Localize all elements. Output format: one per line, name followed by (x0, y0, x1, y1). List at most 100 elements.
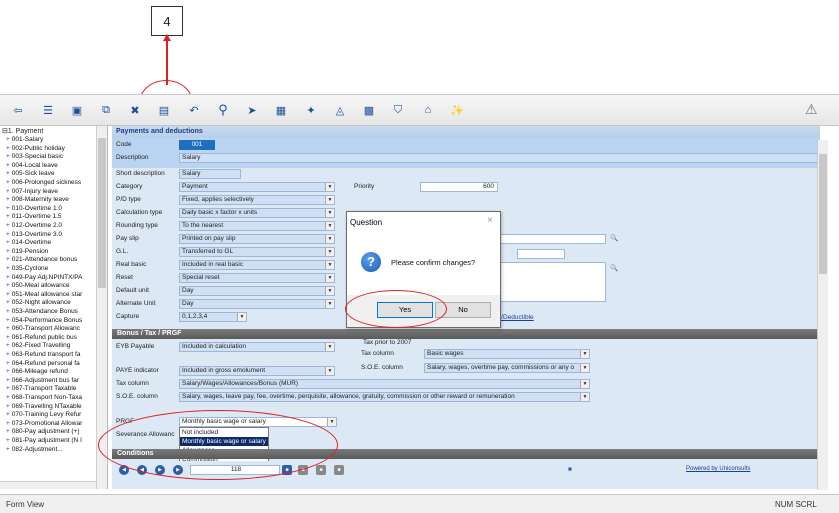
car-icon[interactable]: ⛉ (390, 102, 406, 118)
tree-item[interactable]: +061-Refund public bus (6, 334, 77, 341)
calculator-icon[interactable]: ▩ (361, 102, 377, 118)
last-record-icon[interactable]: ▶ (173, 465, 183, 475)
gl-select[interactable]: Transferred to GL ▼ (179, 247, 335, 257)
real-basic-select[interactable]: Included in real basic ▼ (179, 260, 335, 270)
chevron-down-icon[interactable]: ▼ (325, 343, 334, 351)
tree-item[interactable]: +066-Adjustment bus far (6, 377, 79, 384)
chevron-down-icon[interactable]: ▼ (327, 418, 336, 426)
home-icon[interactable]: ⌂ (420, 102, 436, 118)
tree-item[interactable]: +066-Mileage refund (6, 368, 68, 375)
tree-item[interactable]: +003-Special basic (6, 153, 63, 160)
prev-record-icon[interactable]: ◀ (137, 465, 147, 475)
tree-item[interactable]: +007-Injury leave (6, 188, 58, 195)
tax-column-select-right[interactable]: Basic wages ▼ (424, 349, 590, 359)
next-record-icon[interactable]: ▶ (155, 465, 165, 475)
tree-item[interactable]: +012-Overtime 2.0 (6, 222, 62, 229)
tree-item[interactable]: +064-Refund personal fa (6, 360, 80, 367)
tree-item[interactable]: +054-Performance Bonus (6, 317, 82, 324)
soe-select-right[interactable]: Salary, wages, overtime pay, commissions… (424, 363, 590, 373)
tax-column-select[interactable]: Salary/Wages/Allowances/Bonus (MUR) ▼ (179, 379, 590, 389)
chevron-down-icon[interactable]: ▼ (325, 261, 334, 269)
tool-icon[interactable]: ■ (568, 466, 572, 473)
yes-button[interactable]: Yes (377, 302, 433, 318)
tree-vertical-scrollbar[interactable] (96, 126, 107, 489)
chevron-down-icon[interactable]: ▼ (325, 209, 334, 217)
new-icon[interactable]: ▣ (69, 102, 85, 118)
tree-horizontal-scrollbar[interactable] (0, 481, 96, 489)
record-count-field[interactable]: 118 (190, 465, 280, 475)
filter-icon[interactable]: ➤ (244, 102, 260, 118)
tree-item[interactable]: +014-Overtime (6, 239, 51, 246)
tree-item[interactable]: +081-Pay adjustment (N I (6, 437, 82, 444)
prgf-option-selected[interactable]: Monthly basic wage or salary (180, 437, 268, 446)
back-icon[interactable]: ⇦ (10, 102, 26, 118)
chevron-down-icon[interactable]: ▼ (580, 364, 589, 372)
tree-item[interactable]: +010-Overtime 1.0 (6, 205, 62, 212)
tree-item[interactable]: +050-Meal allowance (6, 282, 70, 289)
report-icon[interactable]: ▦ (273, 102, 289, 118)
tree-item[interactable]: +008-Maternity leave (6, 196, 69, 203)
tree-item[interactable]: +049-Pay Adj.NPINTX/PA (6, 274, 82, 281)
priority-field[interactable]: 600 (420, 182, 498, 192)
tree-item[interactable]: +052-Night allowance (6, 299, 71, 306)
tree-item[interactable]: +063-Refund transport fa (6, 351, 80, 358)
tree-item[interactable]: +062-Fixed Travelling (6, 342, 70, 349)
attach-icon[interactable]: ◬ (332, 102, 348, 118)
tree-item[interactable]: +080-Pay adjustment (+) (6, 428, 80, 435)
record-action-icon[interactable]: ■ (316, 465, 326, 475)
save-icon[interactable]: ▤ (156, 102, 172, 118)
run-icon[interactable]: ✨ (449, 102, 465, 118)
code-field[interactable]: 001 (179, 140, 215, 150)
description-field[interactable]: Salary (179, 153, 819, 163)
powered-by-link[interactable]: Powered by Uniconsults (686, 466, 750, 472)
pd-type-select[interactable]: Fixed, applies selectively ▼ (179, 195, 335, 205)
tree-item[interactable]: +011-Overtime 1.5 (6, 213, 62, 220)
chevron-down-icon[interactable]: ▼ (580, 350, 589, 358)
lookup-icon[interactable]: 🔍 (610, 234, 618, 242)
chevron-down-icon[interactable]: ▼ (325, 235, 334, 243)
chevron-down-icon[interactable]: ▼ (325, 274, 334, 282)
record-action-icon[interactable]: ■ (334, 465, 344, 475)
chevron-down-icon[interactable]: ▼ (580, 393, 589, 401)
chevron-down-icon[interactable]: ▼ (325, 222, 334, 230)
tree-item[interactable]: +021-Attendance bonus (6, 256, 77, 263)
wizard-icon[interactable]: ✦ (303, 102, 319, 118)
main-vertical-scrollbar[interactable] (817, 140, 828, 490)
tree-item[interactable]: +068-Transport Non-Taxa (6, 394, 82, 401)
close-icon[interactable]: × (487, 215, 493, 226)
tree-item[interactable]: +051-Meal allowance star (6, 291, 82, 298)
lookup-icon[interactable]: 🔍 (610, 264, 618, 272)
calc-type-select[interactable]: Daily basic x factor x units ▼ (179, 208, 335, 218)
paye-select[interactable]: Included in gross emolument ▼ (179, 366, 335, 376)
warning-icon[interactable]: ⚠ (805, 101, 823, 119)
reset-select[interactable]: Special reset ▼ (179, 273, 335, 283)
payslip-select[interactable]: Printed on pay slip ▼ (179, 234, 335, 244)
tree-item[interactable]: +067-Transport Taxable (6, 385, 76, 392)
record-action-icon[interactable]: ■ (298, 465, 308, 475)
no-button[interactable]: No (435, 302, 491, 318)
short-description-field[interactable]: Salary (179, 169, 241, 179)
tree-item[interactable]: +013-Overtime 3.0 (6, 231, 62, 238)
default-unit-select[interactable]: Day ▼ (179, 286, 335, 296)
tree-item[interactable]: +001-Salary (6, 136, 43, 143)
search-icon[interactable]: ⚲ (215, 102, 231, 118)
first-record-icon[interactable]: ◀ (119, 465, 129, 475)
chevron-down-icon[interactable]: ▼ (325, 300, 334, 308)
chevron-down-icon[interactable]: ▼ (325, 367, 334, 375)
tree-item[interactable]: +035-Cyclone (6, 265, 48, 272)
chevron-down-icon[interactable]: ▼ (325, 196, 334, 204)
tree-item[interactable]: +069-Travelling NTaxable (6, 403, 82, 410)
chevron-down-icon[interactable]: ▼ (580, 380, 589, 388)
tree-item[interactable]: +002-Public holiday (6, 145, 65, 152)
main-scroll-thumb[interactable] (819, 154, 827, 274)
prgf-select[interactable]: Monthly basic wage or salary ▼ (179, 417, 337, 427)
rounding-select[interactable]: To the nearest ▼ (179, 221, 335, 231)
chevron-down-icon[interactable]: ▼ (325, 248, 334, 256)
prgf-option[interactable]: Not included (180, 428, 268, 437)
tree-scroll-thumb[interactable] (98, 138, 106, 288)
tree-item[interactable]: +073-Promotional Allowar (6, 420, 82, 427)
record-action-icon[interactable]: ■ (282, 465, 292, 475)
chevron-down-icon[interactable]: ▼ (325, 287, 334, 295)
tree-item[interactable]: +070-Training Levy Refur (6, 411, 81, 418)
copy-icon[interactable]: ⧉ (98, 102, 114, 118)
